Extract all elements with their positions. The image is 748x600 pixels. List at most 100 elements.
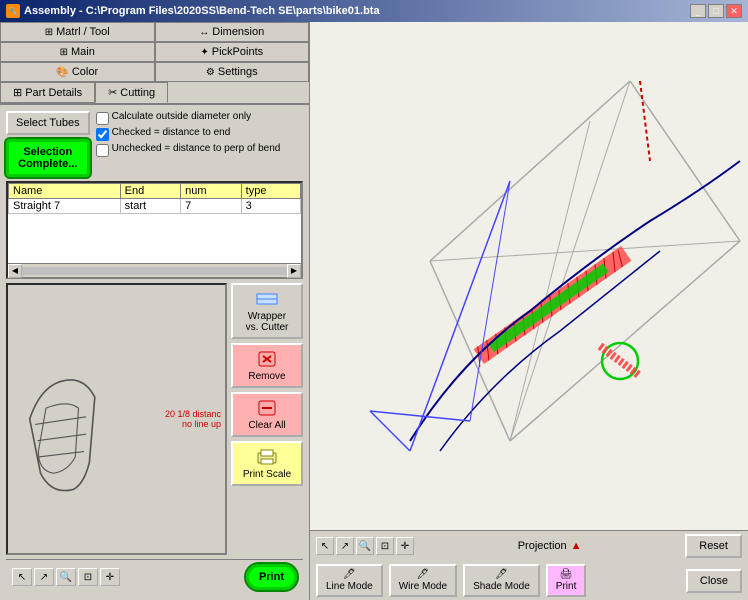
color-icon: 🎨	[56, 67, 68, 78]
shade-mode-icon: 🖊	[495, 569, 508, 580]
right-crosshair-button[interactable]: ✛	[396, 537, 414, 555]
wrapper-cutter-label: Wrappervs. Cutter	[246, 311, 289, 333]
right-bottom-panel: ↖ ↗ 🔍 ⊡ ✛ Projection ▲ Reset 🖊 Line Mode	[310, 530, 748, 600]
calculate-outside-label: Calculate outside diameter only	[112, 111, 252, 122]
app-icon: 🔧	[6, 4, 20, 18]
unchecked-distance-checkbox[interactable]	[96, 144, 109, 157]
tab-matrl-tool[interactable]: ⊞ Matrl / Tool	[0, 22, 155, 41]
tab-main[interactable]: ⊞ Main	[0, 42, 155, 61]
right-toolbar-top: ↖ ↗ 🔍 ⊡ ✛ Projection ▲ Reset	[310, 531, 748, 561]
dimension-icon: ↔	[199, 27, 209, 38]
panel-content: Select Tubes SelectionComplete... Calcul…	[0, 105, 309, 600]
remove-button[interactable]: Remove	[231, 343, 303, 388]
fit-tool-button[interactable]: ⊡	[78, 568, 98, 586]
unchecked-distance-row: Unchecked = distance to perp of bend	[96, 143, 281, 157]
tab-settings[interactable]: ⚙ Settings	[155, 62, 310, 81]
tab-row-3: 🎨 Color ⚙ Settings	[0, 62, 309, 82]
tab-dimension-label: Dimension	[212, 26, 264, 38]
maximize-button[interactable]: □	[708, 4, 724, 18]
horizontal-scrollbar[interactable]: ◀ ▶	[8, 263, 301, 277]
print-scale-label: Print Scale	[243, 469, 291, 480]
projection-icon: ▲	[571, 540, 582, 552]
tab-pickpoints[interactable]: ✦ PickPoints	[155, 42, 310, 61]
col-type-header: type	[241, 184, 300, 199]
table-row: Straight 7start73	[9, 199, 301, 214]
calculate-outside-checkbox[interactable]	[96, 112, 109, 125]
wire-mode-button[interactable]: 🖊 Wire Mode	[389, 564, 457, 597]
col-num-header: num	[181, 184, 242, 199]
selection-complete-button[interactable]: SelectionComplete...	[6, 139, 90, 177]
col-name-header: Name	[9, 184, 121, 199]
shade-mode-label: Shade Mode	[473, 581, 530, 592]
zoom-tool-button[interactable]: 🔍	[56, 568, 76, 586]
cell-name: Straight 7	[9, 199, 121, 214]
tab-part-details[interactable]: ⊞ Part Details	[0, 82, 95, 103]
tab-cutting[interactable]: ✂ Cutting	[95, 82, 168, 103]
scroll-right-button[interactable]: ▶	[287, 264, 301, 278]
tab-color[interactable]: 🎨 Color	[0, 62, 155, 81]
remove-label: Remove	[248, 371, 285, 382]
measurement-label-1: 20 1/8 distanc	[165, 409, 221, 419]
table-scroll-area[interactable]: Name End num type Straight 7start73	[8, 183, 301, 263]
print-scale-button[interactable]: Print Scale	[231, 441, 303, 486]
print-button[interactable]: Print	[246, 564, 297, 590]
tab-pickpoints-label: PickPoints	[212, 46, 263, 58]
clear-all-button[interactable]: Clear All	[231, 392, 303, 437]
checked-distance-checkbox[interactable]	[96, 128, 109, 141]
close-window-button[interactable]: ✕	[726, 4, 742, 18]
side-buttons-panel: Wrappervs. Cutter Remove	[231, 283, 303, 555]
projection-label: Projection	[518, 540, 567, 552]
checkbox-area: Calculate outside diameter only Checked …	[96, 111, 281, 157]
tab-color-label: Color	[72, 66, 98, 78]
right-print-label: Print	[556, 581, 577, 592]
right-print-icon: 🖨	[560, 569, 573, 580]
shade-mode-button[interactable]: 🖊 Shade Mode	[463, 564, 540, 597]
right-zoom-button[interactable]: 🔍	[356, 537, 374, 555]
right-rotate-button[interactable]: ↗	[336, 537, 354, 555]
preview-labels: 20 1/8 distanc no line up	[165, 409, 221, 429]
clear-all-icon	[255, 398, 279, 418]
select-tool-button[interactable]: ↖	[12, 568, 32, 586]
rotate-tool-button[interactable]: ↗	[34, 568, 54, 586]
cell-end: start	[120, 199, 181, 214]
main-icon: ⊞	[60, 47, 68, 58]
right-panel: ↖ ↗ 🔍 ⊡ ✛ Projection ▲ Reset 🖊 Line Mode	[310, 22, 748, 600]
scroll-left-button[interactable]: ◀	[8, 264, 22, 278]
selection-complete-label: SelectionComplete...	[18, 146, 77, 170]
calculate-outside-row: Calculate outside diameter only	[96, 111, 281, 125]
right-select-button[interactable]: ↖	[316, 537, 334, 555]
view-mode-buttons: 🖊 Line Mode 🖊 Wire Mode 🖊 Shade Mode 🖨 P…	[316, 564, 586, 597]
line-mode-label: Line Mode	[326, 581, 373, 592]
scroll-track[interactable]	[22, 267, 287, 275]
window-title: Assembly - C:\Program Files\2020SS\Bend-…	[24, 5, 380, 17]
part-details-icon: ⊞	[13, 86, 22, 99]
right-fit-button[interactable]: ⊡	[376, 537, 394, 555]
print-scale-icon	[255, 447, 279, 467]
checked-distance-row: Checked = distance to end	[96, 127, 281, 141]
content-tab-row: ⊞ Part Details ✂ Cutting	[0, 82, 309, 105]
tab-row-2: ⊞ Main ✦ PickPoints	[0, 42, 309, 62]
tab-dimension[interactable]: ↔ Dimension	[155, 22, 310, 41]
minimize-button[interactable]: _	[690, 4, 706, 18]
measurement-label-2: no line up	[165, 419, 221, 429]
crosshair-tool-button[interactable]: ✛	[100, 568, 120, 586]
matrl-tool-icon: ⊞	[45, 27, 53, 38]
close-button[interactable]: Close	[686, 569, 742, 593]
right-print-button[interactable]: 🖨 Print	[546, 564, 587, 597]
select-tubes-button[interactable]: Select Tubes	[6, 111, 90, 135]
tab-main-label: Main	[71, 46, 95, 58]
col-end-header: End	[120, 184, 181, 199]
line-mode-button[interactable]: 🖊 Line Mode	[316, 564, 383, 597]
action-buttons-row: Select Tubes SelectionComplete... Calcul…	[6, 111, 303, 177]
reset-button[interactable]: Reset	[685, 534, 742, 558]
title-bar: 🔧 Assembly - C:\Program Files\2020SS\Ben…	[0, 0, 748, 22]
viewport	[310, 22, 748, 530]
wrapper-vs-cutter-button[interactable]: Wrappervs. Cutter	[231, 283, 303, 339]
cell-num: 7	[181, 199, 242, 214]
wrapper-cutter-icon	[255, 289, 279, 309]
left-panel: ⊞ Matrl / Tool ↔ Dimension ⊞ Main ✦ Pick…	[0, 22, 310, 600]
settings-icon: ⚙	[206, 67, 215, 78]
clear-all-label: Clear All	[248, 420, 285, 431]
data-table-container: Name End num type Straight 7start73 ◀ ▶	[6, 181, 303, 279]
checked-distance-label: Checked = distance to end	[112, 127, 231, 138]
